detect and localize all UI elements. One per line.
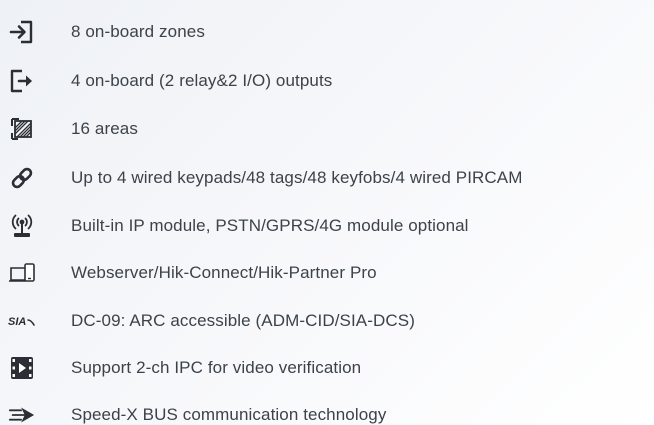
list-item: Speed-X BUS communication technology bbox=[0, 397, 654, 425]
list-item: SIA DC-09: ARC accessible (ADM-CID/SIA-D… bbox=[0, 303, 654, 339]
wireless-module-icon bbox=[8, 208, 36, 244]
area-icon bbox=[8, 111, 36, 147]
list-item: 4 on-board (2 relay&2 I/O) outputs bbox=[0, 63, 654, 99]
feature-text: 4 on-board (2 relay&2 I/O) outputs bbox=[71, 71, 333, 90]
sia-logo-icon: SIA bbox=[8, 303, 36, 339]
feature-text: DC-09: ARC accessible (ADM-CID/SIA-DCS) bbox=[71, 311, 415, 330]
feature-text: Webserver/Hik-Connect/Hik-Partner Pro bbox=[71, 263, 377, 282]
feature-text: Up to 4 wired keypads/48 tags/48 keyfobs… bbox=[71, 168, 523, 187]
list-item: 16 areas bbox=[0, 111, 654, 147]
feature-text: Speed-X BUS communication technology bbox=[71, 405, 387, 424]
list-item: Webserver/Hik-Connect/Hik-Partner Pro bbox=[0, 255, 654, 291]
input-zone-icon bbox=[8, 14, 36, 50]
svg-text:SIA: SIA bbox=[8, 316, 26, 328]
speed-arrow-icon bbox=[8, 397, 36, 425]
link-icon bbox=[8, 160, 36, 196]
feature-text: Built-in IP module, PSTN/GPRS/4G module … bbox=[71, 216, 469, 235]
list-item: Built-in IP module, PSTN/GPRS/4G module … bbox=[0, 208, 654, 244]
feature-text: Support 2-ch IPC for video verification bbox=[71, 358, 362, 377]
list-item: Support 2-ch IPC for video verification bbox=[0, 350, 654, 386]
feature-text: 8 on-board zones bbox=[71, 22, 205, 41]
video-play-icon bbox=[8, 350, 36, 386]
feature-page: 8 on-board zones 4 on-board (2 relay&2 I… bbox=[0, 0, 654, 425]
feature-text: 16 areas bbox=[71, 119, 138, 138]
list-item: Up to 4 wired keypads/48 tags/48 keyfobs… bbox=[0, 160, 654, 196]
list-item: 8 on-board zones bbox=[0, 14, 654, 50]
devices-icon bbox=[8, 255, 36, 291]
output-icon bbox=[8, 63, 36, 99]
